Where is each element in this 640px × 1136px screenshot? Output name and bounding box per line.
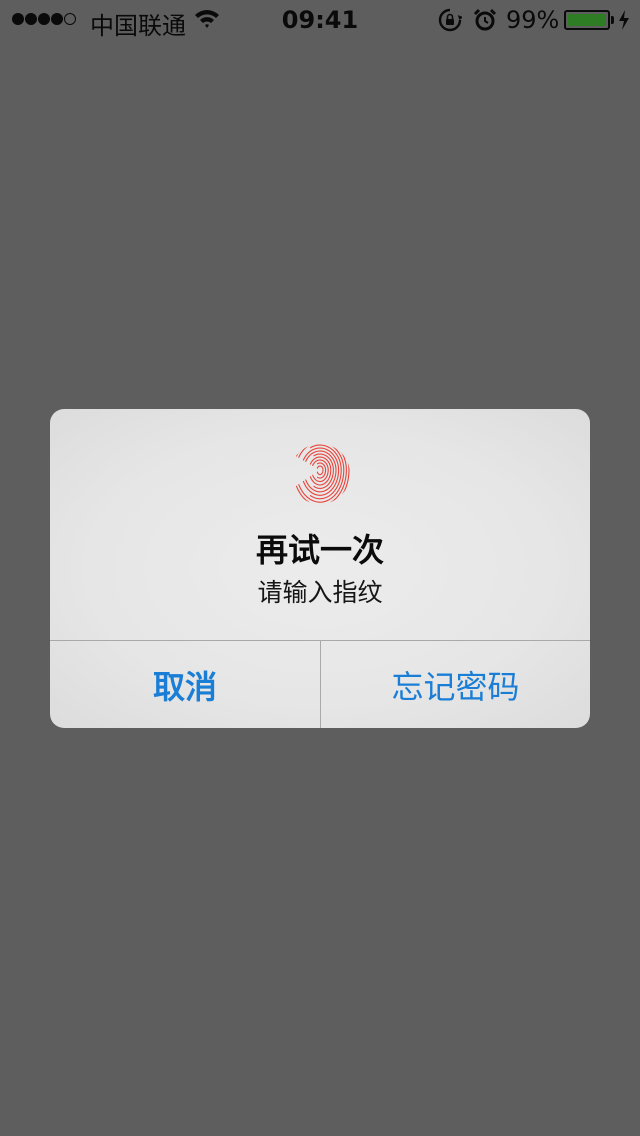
touch-id-alert: 再试一次 请输入指纹 取消 忘记密码 <box>50 409 590 728</box>
battery-icon <box>564 10 610 30</box>
battery-nub <box>611 16 614 24</box>
screen: 中国联通 09:41 99% 再试一次 请输入指纹 取消 忘记密码 <box>0 0 640 1136</box>
cancel-button[interactable]: 取消 <box>50 641 320 728</box>
alert-title: 再试一次 <box>255 531 384 569</box>
charging-icon <box>618 9 630 37</box>
alert-message: 请输入指纹 <box>257 578 383 607</box>
rotation-lock-icon <box>438 8 464 38</box>
forgot-password-button[interactable]: 忘记密码 <box>321 641 590 728</box>
status-bar: 中国联通 09:41 99% <box>0 0 640 40</box>
fingerprint-ridge <box>316 462 327 479</box>
fingerprint-ridge <box>316 465 324 476</box>
alert-body: 再试一次 请输入指纹 <box>50 409 590 640</box>
battery-percent: 99% <box>506 6 560 34</box>
fingerprint-ridge <box>298 444 345 503</box>
fingerprint-icon <box>289 443 351 505</box>
battery-fill <box>568 14 606 26</box>
alarm-icon <box>473 8 497 38</box>
